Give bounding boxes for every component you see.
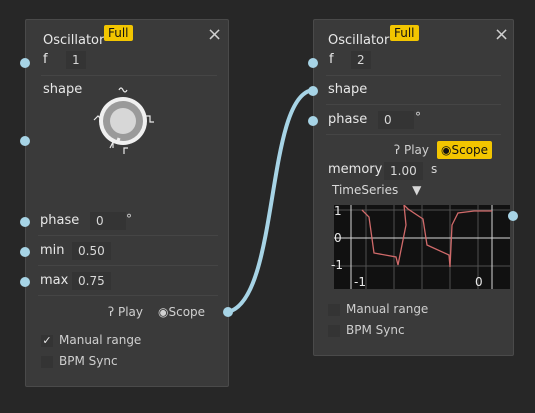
scope-label: Scope bbox=[168, 305, 206, 319]
bpm-sync-checkbox[interactable]: BPM Sync bbox=[328, 323, 405, 337]
signal-trace bbox=[361, 205, 492, 268]
full-badge[interactable]: Full bbox=[104, 25, 133, 41]
ear-icon: ʔ bbox=[394, 143, 401, 157]
node-title: Oscillator bbox=[328, 33, 390, 48]
manual-range-label: Manual range bbox=[346, 302, 429, 316]
divider bbox=[38, 235, 218, 236]
input-port-min[interactable] bbox=[20, 247, 30, 257]
play-button[interactable]: ʔ Play bbox=[104, 303, 147, 321]
scope-label: Scope bbox=[451, 143, 489, 157]
phase-label: phase bbox=[40, 213, 80, 228]
chevron-down-icon: ▼ bbox=[412, 183, 422, 197]
scope-button[interactable]: ◉Scope bbox=[154, 303, 209, 321]
manual-range-checkbox[interactable]: ✓ Manual range bbox=[41, 333, 141, 347]
f-label: f bbox=[329, 52, 334, 67]
bpm-sync-label: BPM Sync bbox=[59, 354, 118, 368]
input-port-phase[interactable] bbox=[308, 116, 318, 126]
view-select[interactable]: TimeSeries ▼ bbox=[332, 183, 421, 197]
divider bbox=[41, 75, 217, 76]
max-value-field[interactable]: 0.75 bbox=[72, 272, 111, 290]
bpm-sync-checkbox[interactable]: BPM Sync bbox=[41, 354, 118, 368]
f-label: f bbox=[43, 52, 48, 67]
min-label: min bbox=[40, 243, 65, 258]
output-port[interactable] bbox=[223, 307, 233, 317]
close-icon[interactable]: × bbox=[494, 24, 509, 45]
oscillator-node-1[interactable]: Oscillator Full × f 1 shape phase 0 ° mi… bbox=[25, 19, 229, 387]
divider bbox=[38, 265, 218, 266]
input-port-max[interactable] bbox=[20, 277, 30, 287]
node-title: Oscillator bbox=[43, 33, 105, 48]
check-icon: ✓ bbox=[41, 333, 53, 347]
shape-label: shape bbox=[43, 82, 83, 97]
manual-range-label: Manual range bbox=[59, 333, 142, 347]
shape-knob[interactable] bbox=[84, 82, 164, 162]
y-tick: 0 bbox=[334, 231, 342, 245]
memory-value-field[interactable]: 1.00 bbox=[384, 162, 423, 180]
memory-unit: s bbox=[431, 162, 438, 176]
x-tick: -1 bbox=[354, 275, 366, 289]
input-port-f[interactable] bbox=[308, 58, 318, 68]
phase-label: phase bbox=[328, 112, 368, 127]
input-port-shape[interactable] bbox=[20, 136, 30, 146]
min-value-field[interactable]: 0.50 bbox=[72, 242, 111, 260]
f-value-field[interactable]: 1 bbox=[66, 51, 86, 69]
eye-icon: ◉ bbox=[158, 305, 169, 319]
memory-label: memory bbox=[328, 162, 383, 177]
play-button[interactable]: ʔ Play bbox=[390, 141, 433, 159]
manual-range-checkbox[interactable]: Manual range bbox=[328, 302, 428, 316]
divider bbox=[326, 75, 501, 76]
close-icon[interactable]: × bbox=[207, 24, 222, 45]
divider bbox=[38, 295, 218, 296]
f-value-field[interactable]: 2 bbox=[351, 51, 371, 69]
y-tick: -1 bbox=[331, 258, 343, 272]
phase-value-field[interactable]: 0 bbox=[90, 212, 126, 230]
play-label: Play bbox=[403, 143, 429, 157]
eye-icon: ◉ bbox=[441, 143, 452, 157]
output-port[interactable] bbox=[508, 211, 518, 221]
divider bbox=[326, 104, 501, 105]
input-port-phase[interactable] bbox=[20, 217, 30, 227]
phase-value-field[interactable]: 0 bbox=[378, 111, 414, 129]
max-label: max bbox=[40, 273, 69, 288]
full-badge[interactable]: Full bbox=[390, 25, 419, 41]
scope-button[interactable]: ◉Scope bbox=[437, 141, 493, 159]
y-tick: 1 bbox=[334, 204, 342, 218]
x-tick: 0 bbox=[475, 275, 483, 289]
ear-icon: ʔ bbox=[108, 305, 115, 319]
oscillator-node-2[interactable]: Oscillator Full × f 2 shape phase 0 ° ʔ … bbox=[313, 19, 514, 356]
input-port-f[interactable] bbox=[20, 58, 30, 68]
bpm-sync-label: BPM Sync bbox=[346, 323, 405, 337]
shape-label: shape bbox=[328, 82, 368, 97]
phase-unit: ° bbox=[415, 110, 421, 124]
phase-unit: ° bbox=[126, 212, 132, 226]
input-port-shape[interactable] bbox=[308, 86, 318, 96]
play-label: Play bbox=[117, 305, 143, 319]
divider bbox=[326, 134, 501, 135]
